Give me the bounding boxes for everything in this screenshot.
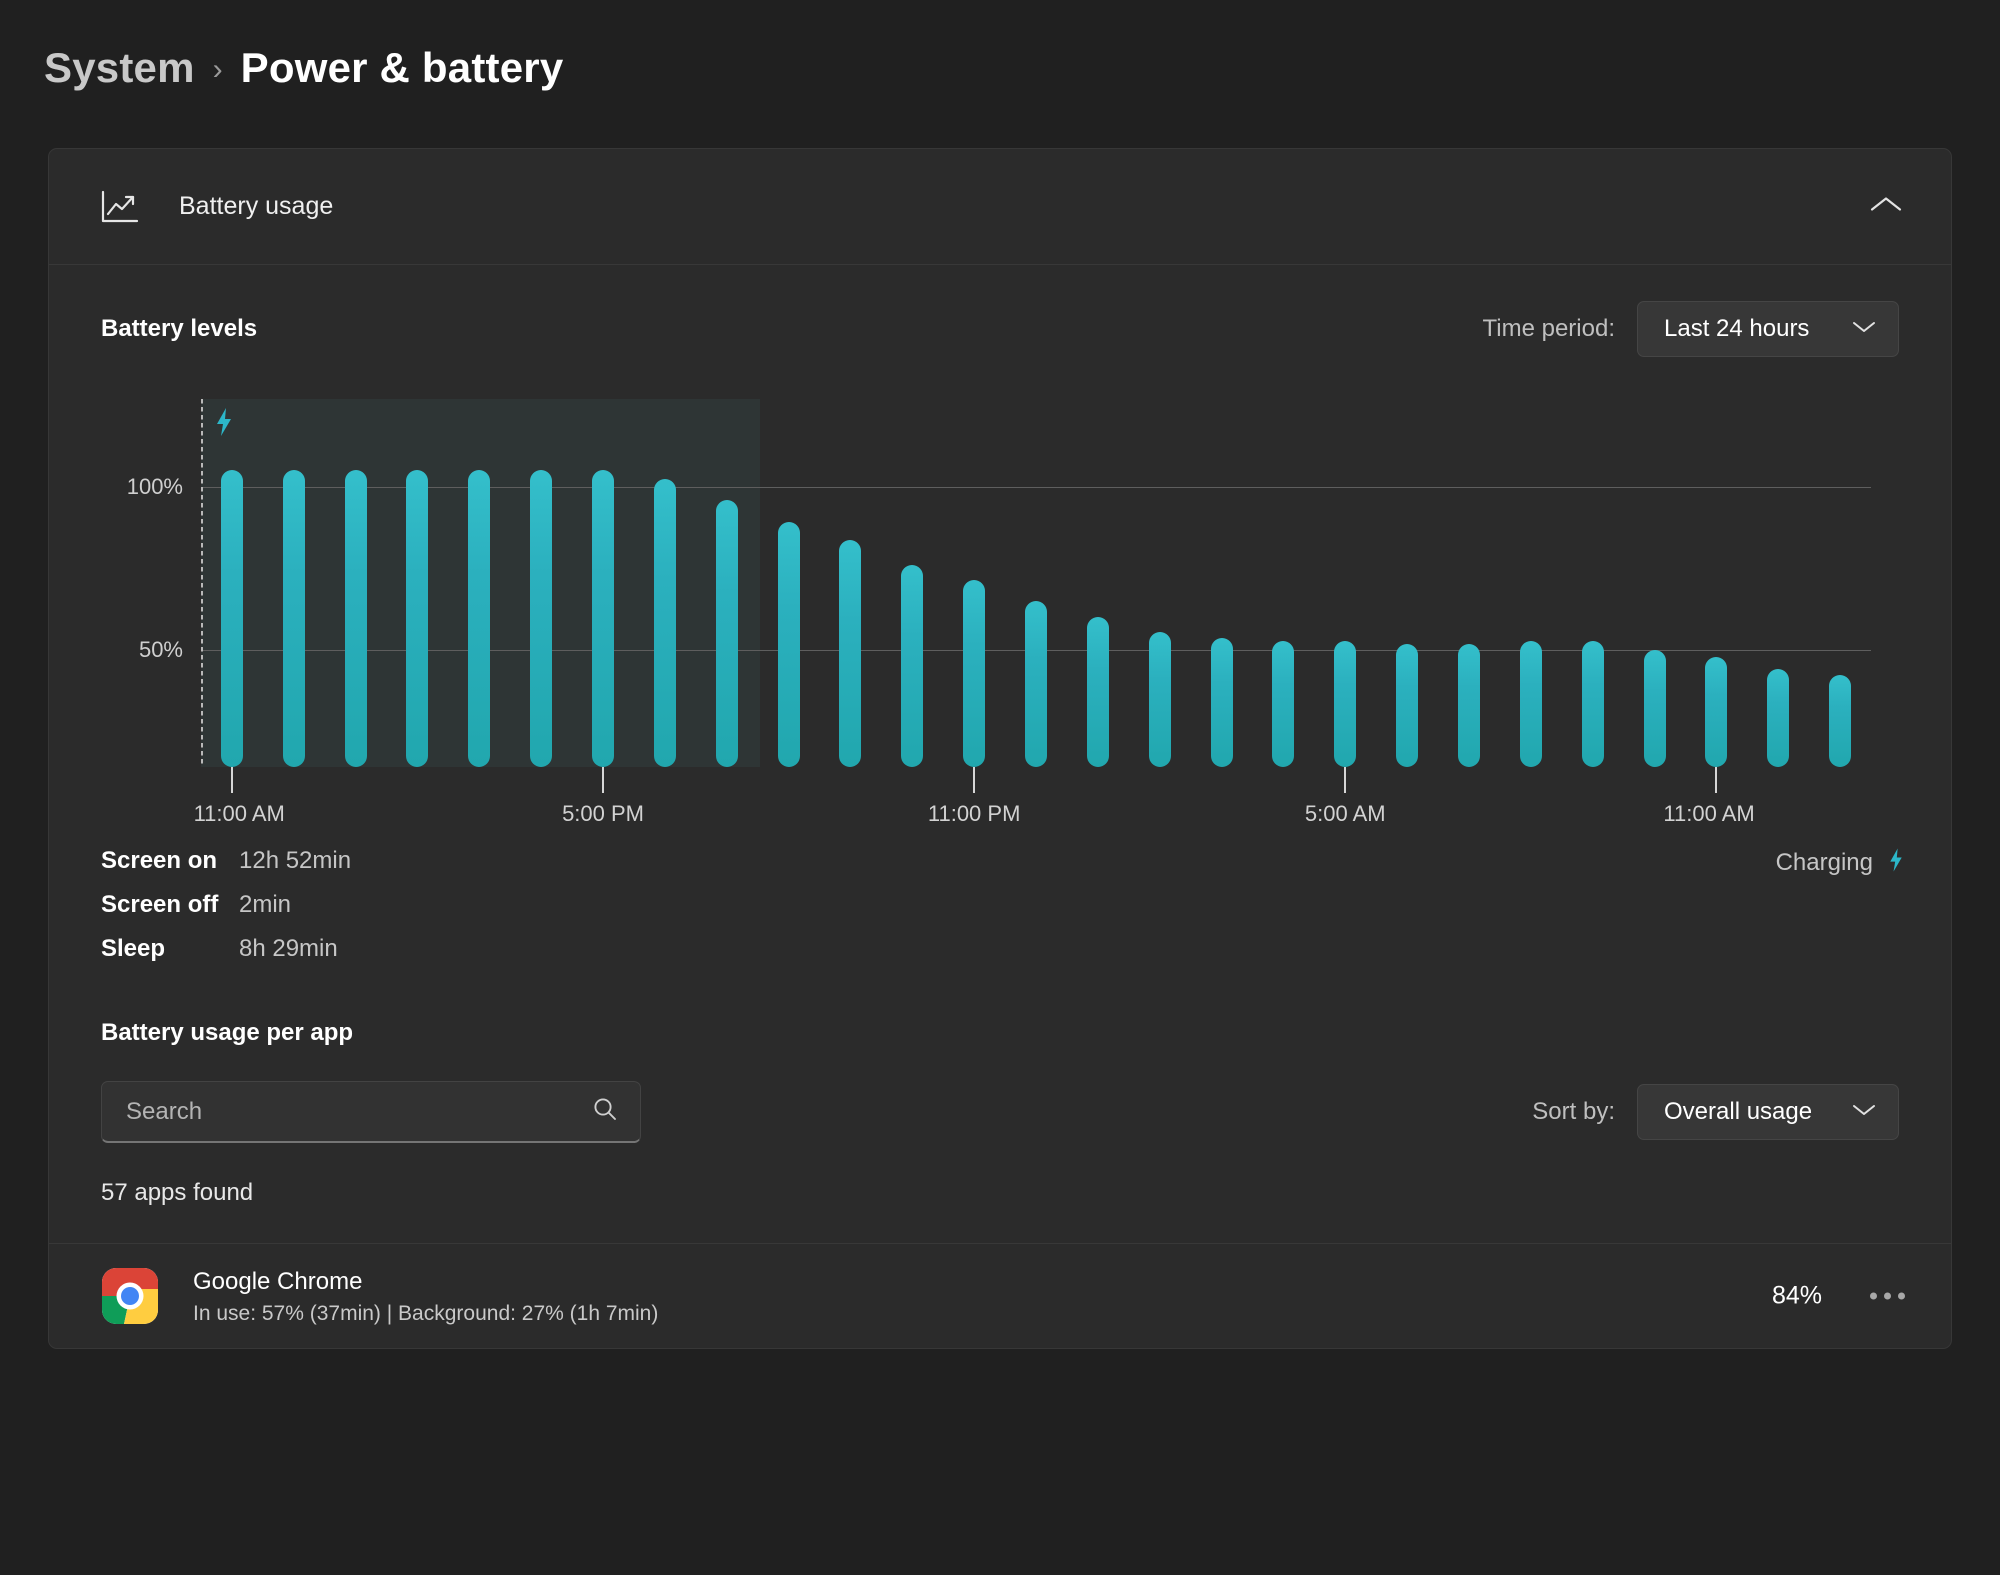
app-usage-percent: 84% (1771, 1281, 1822, 1310)
x-axis-tick-label: 11:00 AM (1663, 801, 1755, 826)
google-chrome-icon (101, 1267, 159, 1325)
chart-bar (344, 469, 367, 767)
chart-bar (1643, 650, 1666, 767)
chart-bar (1086, 616, 1109, 767)
battery-usage-per-app-section: Battery usage per app Sort by: Overall u… (49, 979, 1951, 1207)
breadcrumb: System › Power & battery (0, 0, 2000, 92)
chart-bar (1519, 641, 1542, 767)
y-axis-label-50: 50% (138, 637, 183, 662)
chevron-down-icon (1852, 320, 1876, 339)
chart-bar (1025, 601, 1047, 767)
chart-bar (1396, 644, 1419, 767)
sort-by-control: Sort by: Overall usage (1532, 1084, 1899, 1140)
battery-usage-card: Battery usage Battery levels Time period… (48, 148, 1952, 1349)
chevron-up-icon[interactable] (1869, 194, 1903, 219)
chart-bar (653, 478, 676, 767)
per-app-controls: Sort by: Overall usage (101, 1081, 1899, 1143)
chart-bar (592, 469, 615, 767)
chevron-down-icon (1852, 1103, 1876, 1122)
chart-bar (1334, 641, 1357, 767)
chart-bar (406, 469, 429, 767)
apps-found-count: 57 apps found (101, 1179, 254, 1206)
battery-usage-header-left: Battery usage (101, 190, 333, 224)
chart-bar (963, 579, 986, 767)
lightning-bolt-icon (1887, 847, 1905, 878)
sort-by-label: Sort by: (1532, 1098, 1615, 1125)
time-period-dropdown[interactable]: Last 24 hours (1637, 301, 1899, 357)
x-axis-tick (1344, 767, 1347, 793)
chart-bar (1210, 638, 1233, 767)
chart-bar (1767, 668, 1790, 767)
time-period-label: Time period: (1482, 315, 1616, 342)
stat-row: Sleep 8h 29min (101, 935, 1899, 963)
sort-by-value: Overall usage (1664, 1098, 1813, 1125)
stat-key-screen-on: Screen on (101, 847, 218, 874)
stat-value-screen-off: 2min (239, 891, 292, 918)
x-axis-tick-label: 11:00 PM (927, 801, 1021, 826)
stat-key-sleep: Sleep (101, 935, 166, 962)
battery-stats: Screen on 12h 52min Screen off 2min Slee… (49, 829, 1951, 963)
chart-bar (282, 469, 305, 767)
stat-row: Screen on 12h 52min (101, 847, 1899, 875)
page-title: Power & battery (240, 44, 564, 91)
stat-key-screen-off: Screen off (101, 891, 219, 918)
chart-bar (530, 469, 553, 767)
chart-bars (201, 399, 1871, 767)
more-options-icon[interactable] (1870, 1292, 1905, 1300)
chart-bar (1705, 656, 1728, 767)
chart-plot-area: 100% 50% (127, 399, 1871, 767)
breadcrumb-system-link[interactable]: System (44, 44, 195, 92)
x-axis-tick (230, 767, 233, 793)
chart-bar (220, 469, 243, 767)
battery-usage-title: Battery usage (179, 192, 334, 220)
x-axis-tick (1715, 767, 1718, 793)
chart-bar (1457, 644, 1480, 767)
line-chart-icon (101, 190, 139, 224)
search-box[interactable] (101, 1081, 641, 1143)
chart-bar (1581, 641, 1604, 767)
battery-levels-section: Battery levels Time period: Last 24 hour… (49, 265, 1951, 829)
chart-bar (1829, 675, 1852, 767)
x-axis-tick (602, 767, 605, 793)
x-axis-tick-label: 11:00 AM (193, 801, 285, 826)
time-period-control: Time period: Last 24 hours (1482, 301, 1899, 357)
app-row-right: 84% (1772, 1282, 1905, 1311)
per-app-title: Battery usage per app (101, 1019, 354, 1046)
search-input[interactable] (126, 1097, 556, 1126)
stat-value-sleep: 8h 29min (239, 935, 338, 962)
y-axis-label-100: 100% (126, 474, 183, 499)
battery-usage-header[interactable]: Battery usage (49, 149, 1951, 264)
stat-value-screen-on: 12h 52min (239, 847, 352, 874)
chart-bar (901, 564, 924, 767)
x-axis-tick-label: 5:00 AM (1304, 801, 1386, 826)
app-name: Google Chrome (193, 1267, 363, 1295)
app-usage-detail: In use: 57% (37min) | Background: 27% (1… (193, 1301, 659, 1325)
chart-bar (1148, 632, 1171, 767)
chart-bar (839, 540, 862, 767)
chart-bar (468, 469, 491, 767)
chart-bar (777, 521, 800, 767)
charging-status: Charging (1776, 847, 1905, 878)
app-info: Google Chrome In use: 57% (37min) | Back… (193, 1267, 658, 1326)
breadcrumb-separator-icon: › (212, 53, 223, 86)
battery-levels-title: Battery levels (101, 315, 258, 342)
app-list-item[interactable]: Google Chrome In use: 57% (37min) | Back… (49, 1244, 1951, 1348)
chart-bar (1272, 641, 1295, 767)
chart-bar (715, 500, 738, 767)
stat-row: Screen off 2min (101, 891, 1899, 919)
battery-levels-header: Battery levels Time period: Last 24 hour… (101, 301, 1899, 357)
battery-levels-chart: 100% 50% 11:00 AM 5:00 PM 11:00 PM 5:00 AM 1… (119, 399, 1899, 829)
charging-status-label: Charging (1775, 848, 1873, 876)
x-axis-tick-label: 5:00 PM (562, 801, 644, 826)
search-icon[interactable] (592, 1096, 618, 1127)
sort-by-dropdown[interactable]: Overall usage (1637, 1084, 1899, 1140)
x-axis-tick (973, 767, 976, 793)
time-period-value: Last 24 hours (1664, 315, 1810, 342)
